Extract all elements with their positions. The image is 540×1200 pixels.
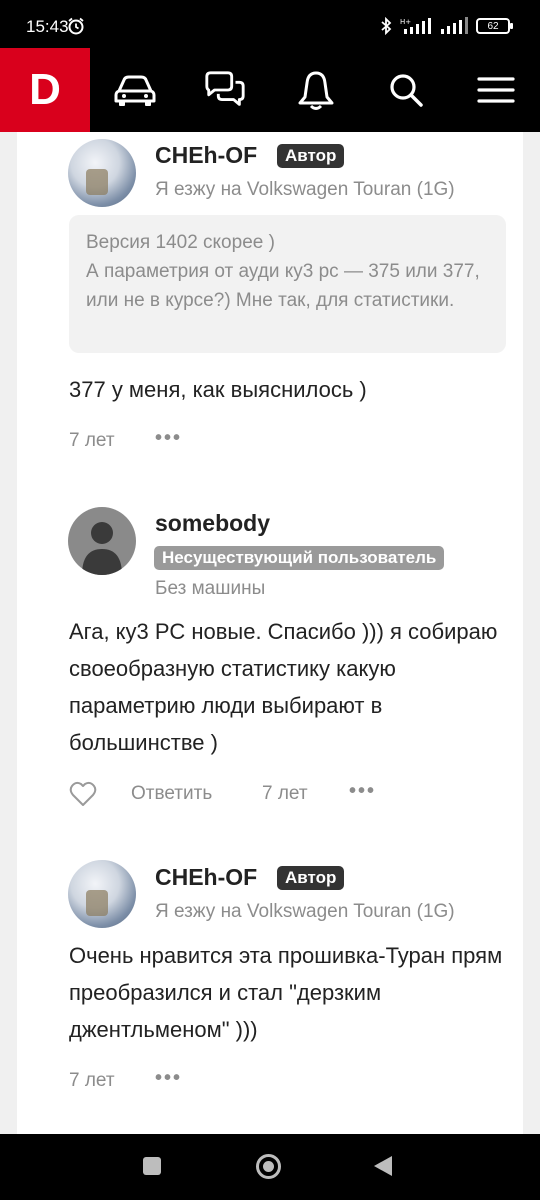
page-gutter-right — [523, 132, 540, 1134]
search-icon[interactable] — [384, 68, 428, 112]
reply-button[interactable]: Ответить — [131, 783, 212, 805]
status-badge: Несуществующий пользователь — [154, 546, 445, 570]
user-car: Без машины — [155, 578, 266, 599]
menu-icon[interactable] — [474, 68, 518, 112]
battery-icon: 62 — [476, 18, 513, 34]
comment-text: Ага, ку3 РС новые. Спасибо ))) я собираю… — [69, 619, 498, 755]
comment-time: 7 лет — [262, 783, 308, 804]
author-badge: Автор — [277, 144, 345, 168]
author-badge: Автор — [277, 866, 345, 890]
signal-icon — [441, 17, 468, 34]
username[interactable]: CHEh-OF — [155, 142, 257, 169]
avatar[interactable] — [68, 139, 136, 207]
back-icon[interactable] — [374, 1156, 392, 1176]
bluetooth-icon — [381, 17, 392, 35]
comment-time: 7 лет — [69, 430, 115, 451]
more-options-icon[interactable]: ••• — [349, 780, 376, 803]
status-icons: H+ 62 — [380, 16, 513, 36]
comment-time: 7 лет — [69, 1070, 115, 1091]
comment-text: 377 у меня, как выяснилось ) — [69, 377, 367, 402]
page-gutter-left — [0, 132, 17, 1134]
more-options-icon[interactable]: ••• — [155, 427, 182, 450]
username[interactable]: CHEh-OF — [155, 864, 257, 891]
comment-text: Очень нравится эта прошивка-Туран прям п… — [69, 943, 503, 1042]
username[interactable]: somebody — [155, 510, 270, 537]
recent-apps-icon[interactable] — [143, 1157, 161, 1175]
user-car[interactable]: Я езжу на Volkswagen Touran (1G) — [155, 179, 455, 201]
bell-icon[interactable] — [294, 68, 338, 112]
chat-icon[interactable] — [203, 68, 247, 112]
avatar[interactable] — [68, 860, 136, 928]
like-icon[interactable] — [69, 781, 97, 807]
alarm-icon — [68, 17, 84, 35]
home-icon[interactable] — [256, 1154, 281, 1179]
logo[interactable]: D — [0, 48, 90, 132]
status-time: 15:43 — [26, 17, 69, 36]
signal-icon: H+ — [400, 18, 431, 34]
default-user-icon — [82, 522, 122, 575]
quote-text: Версия 1402 скорее ) А параметрия от ауд… — [86, 232, 480, 311]
car-icon[interactable] — [113, 68, 157, 112]
svg-text:H+: H+ — [400, 18, 411, 26]
user-car[interactable]: Я езжу на Volkswagen Touran (1G) — [155, 901, 455, 923]
quoted-comment[interactable]: Версия 1402 скорее ) А параметрия от ауд… — [69, 215, 506, 353]
status-bar: 15:43 H+ 62 — [0, 0, 540, 48]
app-bar: D — [0, 48, 540, 132]
system-nav-bar — [0, 1134, 540, 1200]
battery-level: 62 — [487, 20, 499, 32]
more-options-icon[interactable]: ••• — [155, 1067, 182, 1090]
avatar[interactable] — [68, 507, 136, 575]
